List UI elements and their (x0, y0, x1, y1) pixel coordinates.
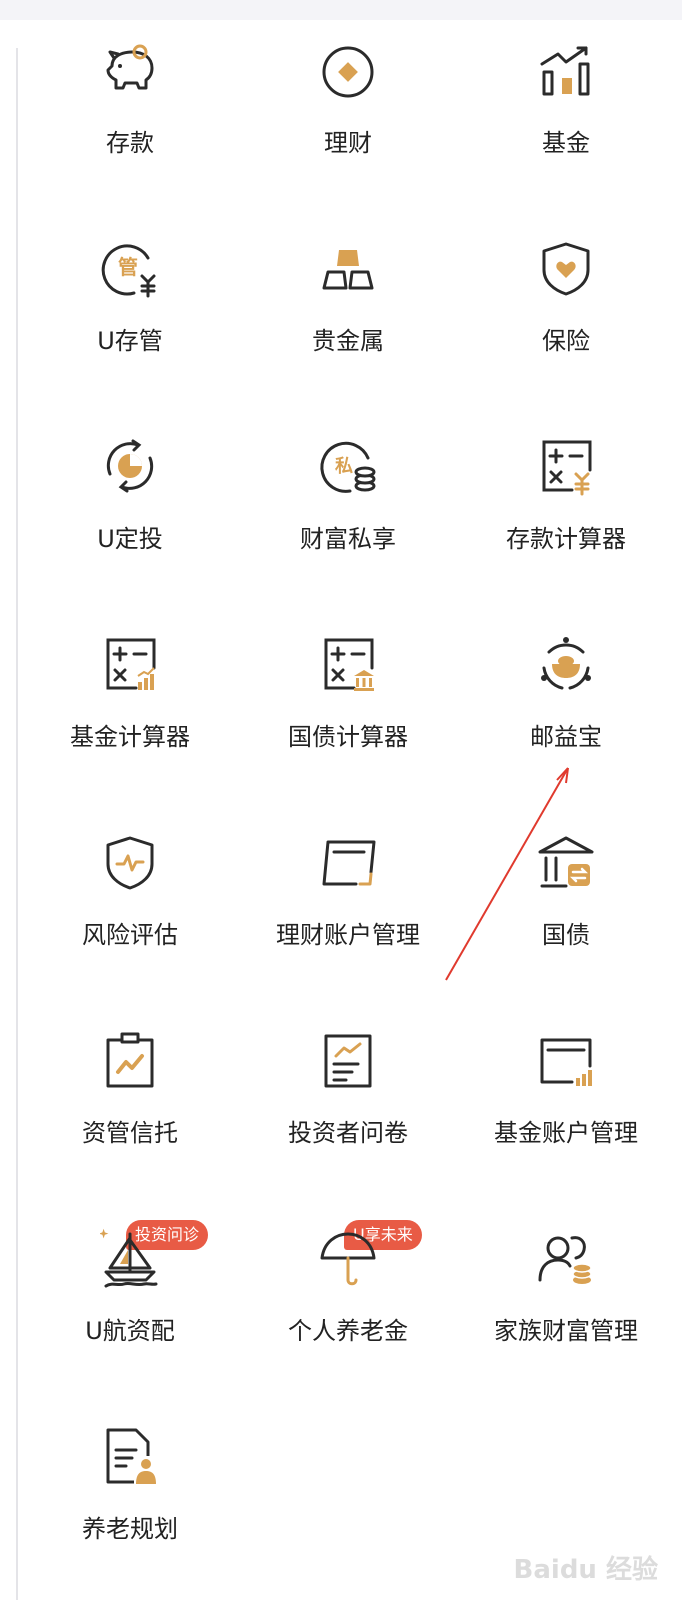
bank-building-icon (536, 832, 596, 892)
grid-item-label: 资管信托 (82, 1119, 178, 1147)
ingot-cycle-icon (536, 634, 596, 694)
grid-item-label: 个人养老金 (288, 1317, 408, 1345)
grid-item-label: 存款 (106, 129, 154, 157)
grid-item-insurance[interactable]: 保险 (456, 238, 676, 378)
piggy-bank-icon (100, 40, 160, 100)
grid-item-label: 存款计算器 (506, 525, 626, 553)
family-wealth-icon (536, 1228, 596, 1288)
grid-item-label: 投资者问卷 (288, 1119, 408, 1147)
left-divider (16, 48, 18, 1600)
private-wealth-icon: 私 (318, 436, 378, 496)
custody-icon: 管 (100, 238, 160, 298)
grid-item-u-auto-invest[interactable]: U定投 (20, 436, 240, 576)
top-status-strip (0, 0, 682, 20)
calculator-yuan-icon (536, 436, 596, 496)
grid-item-label: 基金账户管理 (494, 1119, 638, 1147)
clipboard-trend-icon (100, 1030, 160, 1090)
grid-item-label: 基金 (542, 129, 590, 157)
grid-item-bond-calculator[interactable]: 国债计算器 (238, 634, 458, 774)
svg-text:管: 管 (118, 255, 138, 279)
grid-item-label: 基金计算器 (70, 723, 190, 751)
grid-item-treasury-bond[interactable]: 国债 (456, 832, 676, 972)
grid-item-label: U航资配 (85, 1317, 175, 1345)
chart-growth-icon (536, 40, 596, 100)
watermark-logo: Baidu 经验 (513, 1555, 658, 1585)
grid-item-label: 邮益宝 (530, 723, 602, 751)
auto-invest-icon (100, 436, 160, 496)
grid-item-fund-calculator[interactable]: 基金计算器 (20, 634, 240, 774)
shield-pulse-icon (100, 832, 160, 892)
grid-item-deposit[interactable]: 存款 (20, 40, 240, 180)
grid-item-label: U定投 (97, 525, 163, 553)
grid-item-private-wealth[interactable]: 私 财富私享 (238, 436, 458, 576)
grid-item-personal-pension[interactable]: U享未来 个人养老金 (238, 1220, 458, 1368)
card-chart-icon (536, 1030, 596, 1090)
sailboat-icon (100, 1228, 160, 1288)
umbrella-icon (318, 1228, 378, 1288)
grid-item-retirement-planning[interactable]: 养老规划 (20, 1426, 240, 1566)
shield-heart-icon (536, 238, 596, 298)
grid-item-wealth-management[interactable]: 理财 (238, 40, 458, 180)
grid-item-precious-metals[interactable]: 贵金属 (238, 238, 458, 378)
survey-icon (318, 1030, 378, 1090)
gold-bars-icon (318, 238, 378, 298)
grid-item-asset-trust[interactable]: 资管信托 (20, 1030, 240, 1170)
grid-item-label: 财富私享 (300, 525, 396, 553)
grid-item-label: 国债计算器 (288, 723, 408, 751)
grid-item-label: 养老规划 (82, 1515, 178, 1543)
card-account-icon (318, 832, 378, 892)
grid-item-label: U存管 (97, 327, 163, 355)
grid-item-label: 保险 (542, 327, 590, 355)
calculator-chart-icon (100, 634, 160, 694)
grid-item-label: 国债 (542, 921, 590, 949)
grid-item-label: 风险评估 (82, 921, 178, 949)
svg-text:私: 私 (335, 456, 353, 477)
grid-item-fund[interactable]: 基金 (456, 40, 676, 180)
grid-item-investor-survey[interactable]: 投资者问卷 (238, 1030, 458, 1170)
grid-item-deposit-calculator[interactable]: 存款计算器 (456, 436, 676, 576)
grid-item-family-wealth-management[interactable]: 家族财富管理 (456, 1228, 676, 1368)
calculator-bank-icon (318, 634, 378, 694)
grid-item-label: 贵金属 (312, 327, 384, 355)
grid-item-fund-account-management[interactable]: 基金账户管理 (456, 1030, 676, 1170)
grid-item-u-allocation[interactable]: 投资问诊 U航资配 (20, 1220, 240, 1368)
grid-item-youyibao[interactable]: 邮益宝 (456, 634, 676, 774)
grid-item-label: 理财 (324, 129, 372, 157)
grid-item-u-custody[interactable]: 管 U存管 (20, 238, 240, 378)
grid-item-risk-assessment[interactable]: 风险评估 (20, 832, 240, 972)
coin-icon (318, 40, 378, 100)
grid-item-wealth-account-management[interactable]: 理财账户管理 (238, 832, 458, 972)
grid-item-label: 理财账户管理 (276, 921, 420, 949)
grid-item-label: 家族财富管理 (494, 1317, 638, 1345)
document-person-icon (100, 1426, 160, 1486)
